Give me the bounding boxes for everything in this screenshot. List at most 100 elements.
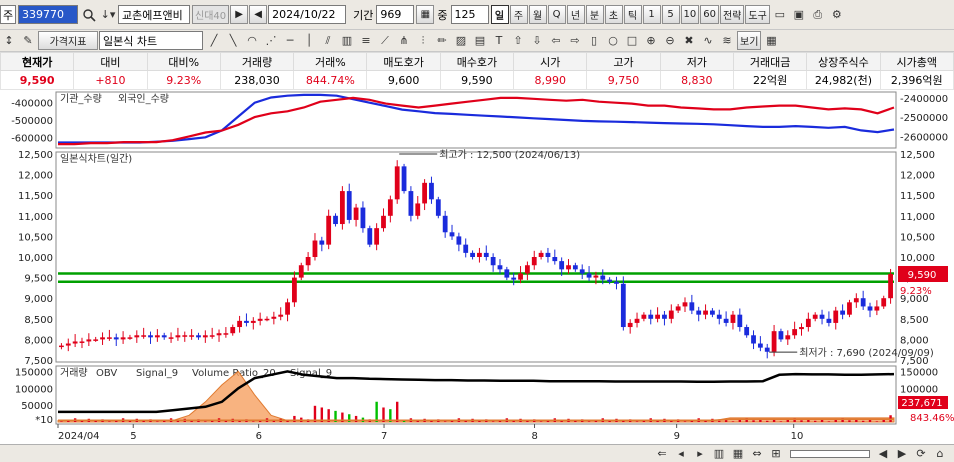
market-selector[interactable]: 주 xyxy=(0,5,16,24)
candle-body xyxy=(524,265,530,274)
save-icon[interactable]: ▣ xyxy=(790,6,808,24)
pitch-tool-icon[interactable]: ⋔ xyxy=(395,32,413,50)
interval-minute[interactable]: 분 xyxy=(585,5,604,24)
palette-tool-icon[interactable]: ▨ xyxy=(452,32,470,50)
expand-icon[interactable]: ⇔ xyxy=(748,445,766,462)
prev-icon[interactable]: ◀ xyxy=(249,5,268,24)
arrow-up-icon[interactable]: ⇧ xyxy=(509,32,527,50)
interval-5[interactable]: 5 xyxy=(661,5,680,24)
compare-icon[interactable]: ≋ xyxy=(718,32,736,50)
scroll-right-icon[interactable]: ▸ xyxy=(691,445,709,462)
obv-signal-line xyxy=(58,370,895,414)
chart-bars-icon[interactable]: ▥ xyxy=(710,445,728,462)
interval-60[interactable]: 60 xyxy=(700,5,719,24)
fan-tool-icon[interactable]: ⋰ xyxy=(262,32,280,50)
zoom-in-icon[interactable]: ⊕ xyxy=(642,32,660,50)
price-tick-right: 12,000 xyxy=(900,171,935,182)
candle-body xyxy=(799,327,804,330)
tools-button[interactable]: 도구 xyxy=(745,5,770,24)
header-market-cap: 시가총액 xyxy=(879,52,954,71)
grid-tool-icon[interactable]: ▥ xyxy=(338,32,356,50)
interval-10[interactable]: 10 xyxy=(680,5,700,24)
vline-tool-icon[interactable]: │ xyxy=(300,32,318,50)
arrow-updown-icon[interactable]: ↕ xyxy=(0,32,18,50)
folder-icon[interactable]: ▭ xyxy=(771,6,789,24)
grid-bottom-icon[interactable]: ▦ xyxy=(729,445,747,462)
ray-tool-icon[interactable]: ╲ xyxy=(224,32,242,50)
stock-code-input[interactable]: 339770 xyxy=(18,5,78,24)
circle-tool-icon[interactable]: ○ xyxy=(604,32,622,50)
interval-second[interactable]: 초 xyxy=(604,5,623,24)
reset-icon[interactable]: ⌂ xyxy=(931,445,949,462)
arc-tool-icon[interactable]: ◠ xyxy=(243,32,261,50)
chart-canvas[interactable]: 기관_수량 외국인_수량 -400000 -500000 -600000 -2400… xyxy=(0,90,954,444)
print-icon[interactable]: ⎙ xyxy=(809,6,827,24)
candle-body xyxy=(586,273,592,278)
value-low: 8,830 xyxy=(659,70,734,90)
interval-year[interactable]: 년 xyxy=(566,5,585,24)
view-button[interactable]: 보기 xyxy=(737,31,762,50)
edit-icon[interactable]: ✎ xyxy=(19,32,37,50)
interval-1[interactable]: 1 xyxy=(642,5,661,24)
refresh-icon[interactable]: ⟳ xyxy=(912,445,930,462)
investor-right-ticks: -2400000 -2500000 -2600000 xyxy=(900,94,948,144)
sort-icon[interactable]: ↓▾ xyxy=(99,6,117,24)
candle-body xyxy=(785,335,791,340)
memo-icon[interactable]: ▯ xyxy=(585,32,603,50)
line-tool-icon[interactable]: ╱ xyxy=(205,32,223,50)
zoom-plus-icon[interactable]: ▶ xyxy=(893,445,911,462)
volume-bar xyxy=(375,401,378,422)
date-input[interactable]: 2024/10/22 xyxy=(268,5,347,24)
zoom-out-icon[interactable]: ⊖ xyxy=(661,32,679,50)
interval-quarter[interactable]: Q xyxy=(547,5,566,24)
interval-tick[interactable]: 틱 xyxy=(623,5,642,24)
zoom-in-bottom-icon[interactable]: ◂ xyxy=(672,445,690,462)
layout-icon[interactable]: ▦ xyxy=(762,32,780,50)
price-tick-left: 8,500 xyxy=(24,315,53,326)
arrow-down-icon[interactable]: ⇩ xyxy=(528,32,546,50)
cycle-tool-icon[interactable]: ⫶ xyxy=(414,32,432,50)
candle-body xyxy=(374,228,380,245)
candle-body xyxy=(429,182,434,200)
fib-tool-icon[interactable]: ≡ xyxy=(357,32,375,50)
chart-area[interactable]: 기관_수량 외국인_수량 -400000 -500000 -600000 -2400… xyxy=(0,90,954,444)
hline-tool-icon[interactable]: ─ xyxy=(281,32,299,50)
volume-bar xyxy=(443,421,447,422)
note-tool-icon[interactable]: ▤ xyxy=(471,32,489,50)
period-label: 기간 xyxy=(353,8,374,22)
chart-type-select[interactable]: 일본식 차트 xyxy=(99,31,203,50)
candle-body xyxy=(668,310,674,319)
arrow-left-icon[interactable]: ⇦ xyxy=(547,32,565,50)
rect-tool-icon[interactable]: □ xyxy=(623,32,641,50)
candle-body xyxy=(141,335,147,337)
highest-price-label: 최고가 : 12,500 (2024/06/13) xyxy=(439,149,580,161)
next-icon[interactable]: ▶ xyxy=(230,5,249,24)
strategy-button[interactable]: 전략 xyxy=(719,5,745,24)
zoom-slider[interactable] xyxy=(790,449,870,458)
candle-body xyxy=(230,327,236,334)
zoom-minus-icon[interactable]: ◀ xyxy=(874,445,892,462)
pen-tool-icon[interactable]: ✏ xyxy=(433,32,451,50)
arrow-right-icon[interactable]: ⇨ xyxy=(566,32,584,50)
channel-tool-icon[interactable]: ⫽ xyxy=(319,32,337,50)
candle-body xyxy=(634,318,640,323)
volume-bar xyxy=(635,421,639,422)
volume-bar xyxy=(60,421,63,422)
search-icon[interactable] xyxy=(80,6,98,24)
text-tool-icon[interactable]: T xyxy=(490,32,508,50)
period-input[interactable]: 969 xyxy=(376,5,415,24)
wave-icon[interactable]: ∿ xyxy=(699,32,717,50)
candle-body xyxy=(764,347,770,352)
interval-week[interactable]: 주 xyxy=(509,5,528,24)
gann-tool-icon[interactable]: ⟋ xyxy=(376,32,394,50)
scroll-left-icon[interactable]: ⇐ xyxy=(653,445,671,462)
interval-day[interactable]: 일 xyxy=(490,5,509,24)
delete-icon[interactable]: ✖ xyxy=(680,32,698,50)
settings-icon[interactable]: ⚙ xyxy=(828,6,846,24)
interval-month[interactable]: 월 xyxy=(528,5,547,24)
candle-body xyxy=(442,215,448,233)
ratio-icon[interactable]: ⊞ xyxy=(767,445,785,462)
calendar-icon[interactable]: ▦ xyxy=(416,5,435,24)
weight-input[interactable]: 125 xyxy=(450,5,489,24)
indicator-button[interactable]: 가격지표 xyxy=(38,31,98,50)
